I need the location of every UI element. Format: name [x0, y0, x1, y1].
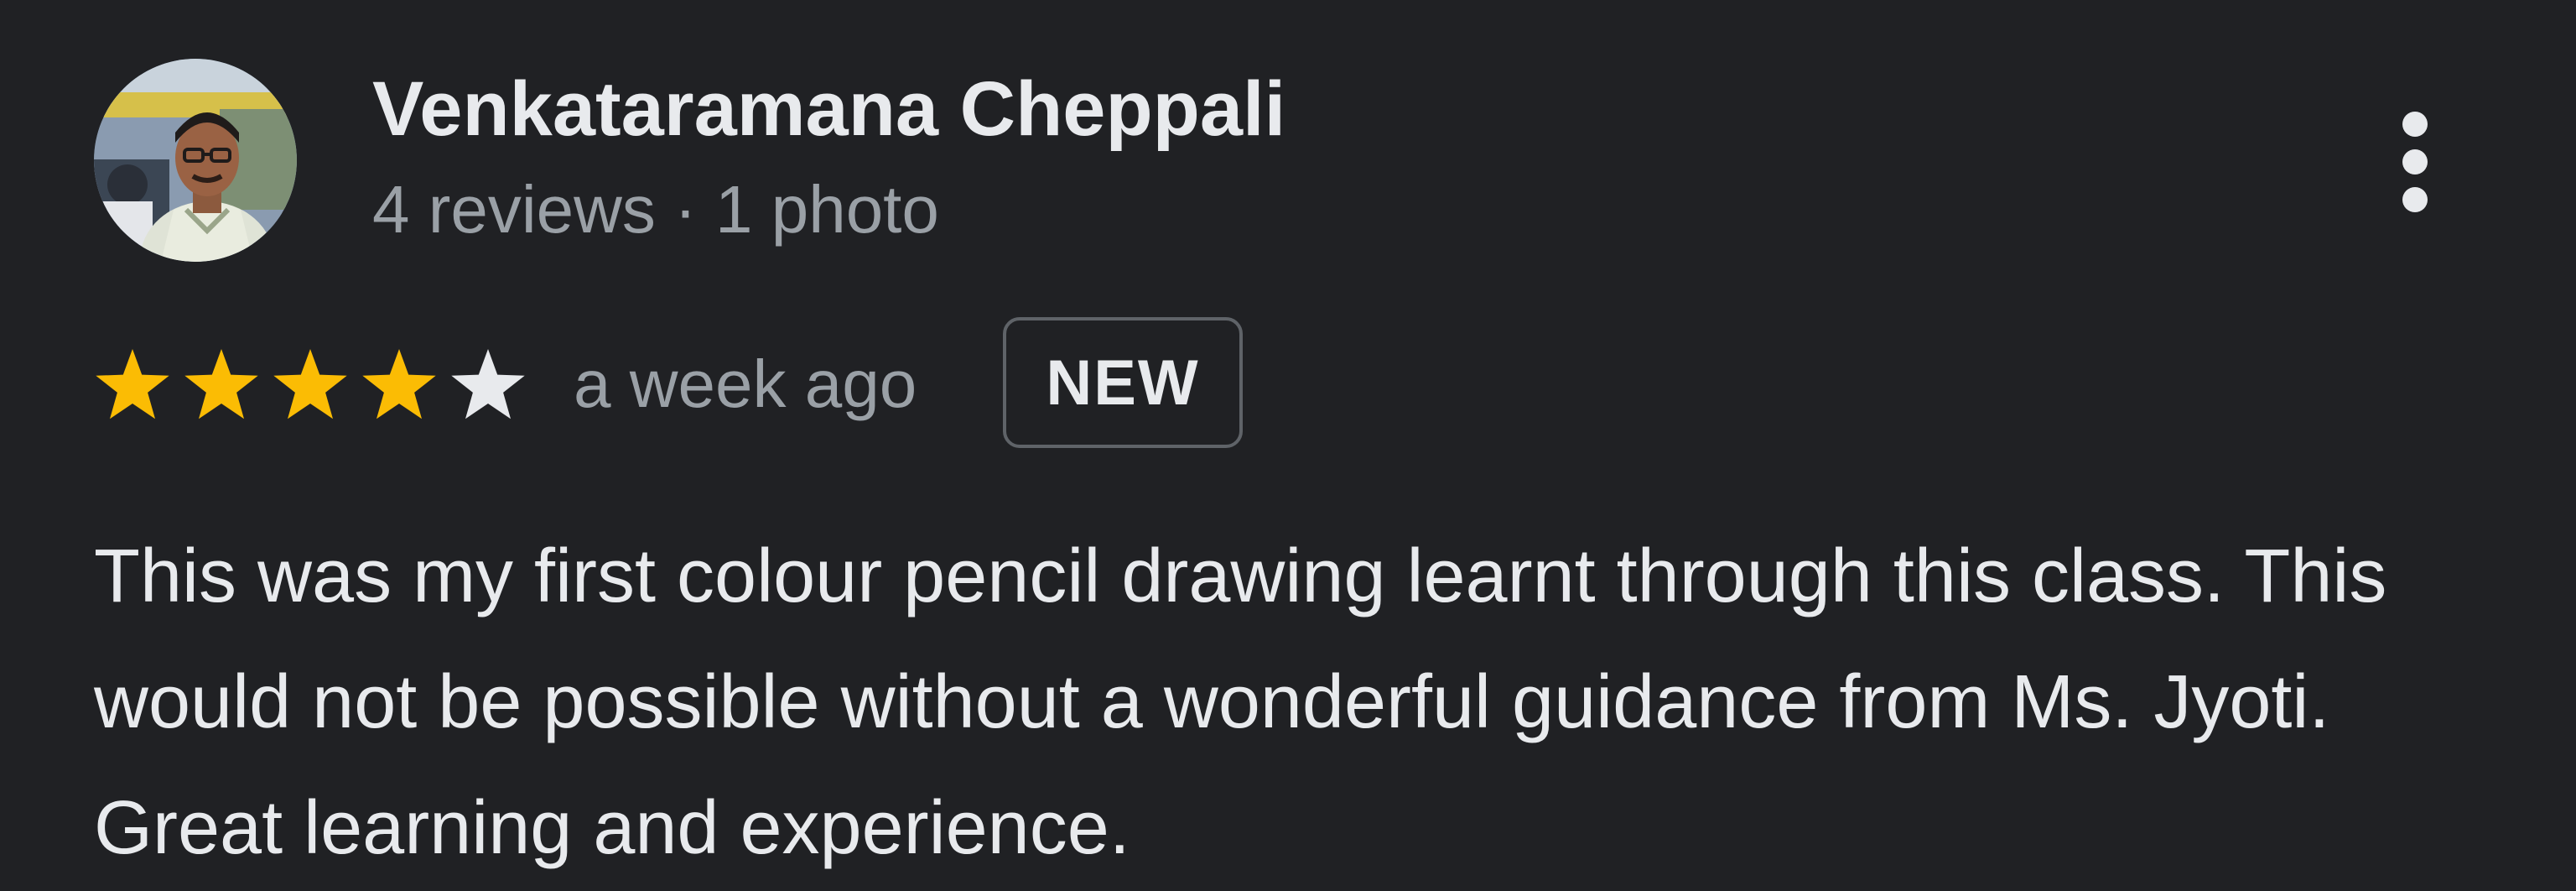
review-text: This was my first colour pencil drawing …	[94, 534, 2387, 870]
more-vert-icon	[2402, 112, 2428, 212]
new-badge: NEW	[1003, 317, 1243, 448]
star-filled-icon	[362, 349, 436, 419]
rating-row: a week ago NEW	[94, 317, 2526, 451]
review-date: a week ago	[574, 346, 917, 421]
reviewer-meta: 4 reviews · 1 photo	[372, 172, 939, 247]
reviewer-avatar[interactable]	[94, 59, 297, 262]
star-filled-icon	[273, 349, 347, 419]
star-filled-icon	[184, 349, 258, 419]
more-options-button[interactable]	[2365, 99, 2465, 225]
reviewer-name[interactable]: Venkataramana Cheppali	[372, 60, 1285, 158]
star-filled-icon	[96, 349, 169, 419]
star-rating-graphic	[96, 349, 525, 419]
avatar-photo-icon	[94, 59, 297, 262]
review-card: Venkataramana Cheppali 4 reviews · 1 pho…	[0, 0, 2576, 881]
star-rating	[94, 347, 538, 425]
star-empty-icon	[451, 349, 525, 419]
